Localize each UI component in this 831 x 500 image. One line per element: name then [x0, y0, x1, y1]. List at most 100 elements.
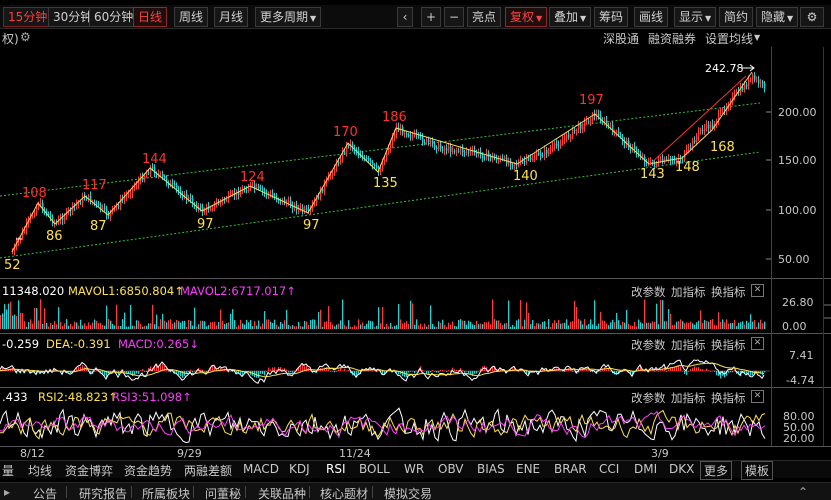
tab-dmi[interactable]: DMI — [634, 462, 657, 476]
volume-bar — [376, 325, 378, 329]
zoom-in-icon[interactable]: + — [421, 7, 441, 27]
change-params-button[interactable]: 改参数 — [631, 284, 666, 300]
candle-body — [272, 193, 274, 197]
hide-dropdown[interactable]: 隐藏 ▼ — [756, 7, 799, 27]
volume-bar — [290, 326, 292, 329]
switch-indicator-button[interactable]: 换指标 — [711, 390, 746, 406]
display-dropdown[interactable]: 显示 ▼ — [674, 7, 717, 27]
collapse-icon[interactable]: ▸ — [4, 485, 10, 499]
monthly-button[interactable]: 月线 — [214, 7, 249, 27]
volume-bar — [608, 325, 610, 329]
close-icon[interactable]: ✕ — [751, 390, 764, 403]
close-icon[interactable]: ✕ — [751, 337, 764, 350]
tab-more[interactable]: 更多 — [700, 461, 733, 480]
volume-bar — [342, 299, 344, 329]
more-periods-dropdown[interactable]: 更多周期 ▼ — [255, 7, 322, 27]
brief-button[interactable]: 简约 — [719, 7, 754, 27]
tab-kdj[interactable]: KDJ — [289, 462, 310, 476]
add-indicator-button[interactable]: 加指标 — [671, 284, 706, 300]
back-icon[interactable]: ‹ — [397, 7, 413, 27]
period-60m-button[interactable]: 60分钟 — [89, 7, 139, 27]
tab-fund-game[interactable]: 资金博弈 — [65, 462, 113, 479]
adjust-label: 复权 — [510, 10, 535, 24]
related-products-link[interactable]: 关联品种 — [258, 485, 306, 500]
switch-indicator-button[interactable]: 换指标 — [711, 337, 746, 353]
volume-bar — [26, 326, 28, 329]
candle-body — [486, 153, 488, 159]
volume-bar — [24, 321, 26, 329]
switch-indicator-button[interactable]: 换指标 — [711, 284, 746, 300]
tab-macd[interactable]: MACD — [243, 462, 279, 476]
period-15m-button[interactable]: 15分钟 — [3, 7, 53, 27]
margin-trading-link[interactable]: 融资融券 — [648, 30, 696, 47]
ask-secretary-link[interactable]: 问董秘 — [205, 485, 241, 500]
change-params-button[interactable]: 改参数 — [631, 337, 666, 353]
macd-bar — [588, 369, 590, 371]
tab-template[interactable]: 模板 — [741, 461, 774, 480]
tab-obv[interactable]: OBV — [438, 462, 464, 476]
candle-body — [762, 82, 764, 84]
tab-volume[interactable]: 量 — [2, 462, 14, 479]
daily-button[interactable]: 日线 — [133, 7, 168, 27]
chips-button[interactable]: 筹码 — [594, 7, 629, 27]
macd-bar — [644, 371, 646, 372]
volume-bar — [550, 326, 552, 329]
tab-wr[interactable]: WR — [404, 462, 424, 476]
candle-body — [752, 75, 754, 80]
tab-dkx[interactable]: DKX — [669, 462, 694, 476]
close-icon[interactable]: ✕ — [751, 284, 764, 297]
macd-bar — [592, 371, 594, 373]
overlay-dropdown[interactable]: 叠加 ▼ — [549, 7, 592, 27]
ma-settings-link[interactable]: 设置均线 — [705, 30, 753, 47]
add-indicator-button[interactable]: 加指标 — [671, 337, 706, 353]
volume-bar — [82, 325, 84, 329]
candle-body — [406, 133, 408, 136]
tab-cci[interactable]: CCI — [599, 462, 619, 476]
tab-rsi[interactable]: RSI — [326, 462, 346, 476]
shenzhen-connect-link[interactable]: 深股通 — [603, 30, 639, 47]
core-theme-link[interactable]: 核心题材 — [320, 485, 368, 500]
volume-bar — [276, 324, 278, 329]
volume-tick-label: 0.00 — [782, 320, 807, 333]
tab-bias[interactable]: BIAS — [477, 462, 505, 476]
add-indicator-button[interactable]: 加指标 — [671, 390, 706, 406]
chevron-up-icon[interactable]: ⌃ — [798, 485, 808, 499]
volume-bar — [388, 326, 390, 329]
candle-body — [584, 121, 586, 127]
settings-icon[interactable]: ⚙ — [800, 7, 824, 27]
tab-fund-trend[interactable]: 资金趋势 — [124, 462, 172, 479]
spot-button[interactable]: 亮点 — [467, 7, 502, 27]
sector-link[interactable]: 所属板块 — [142, 485, 190, 500]
announcement-link[interactable]: 公告 — [33, 485, 57, 500]
adjust-dropdown[interactable]: 复权 ▼ — [505, 7, 548, 27]
candle-body — [504, 157, 506, 159]
weekly-button[interactable]: 周线 — [174, 7, 209, 27]
zoom-out-icon[interactable]: − — [444, 7, 464, 27]
candle-body — [618, 131, 620, 135]
research-report-link[interactable]: 研究报告 — [79, 485, 127, 500]
volume-bar — [96, 320, 98, 329]
bottom-status-bar: ▸ 公告 研究报告 所属板块 问董秘 关联品种 核心题材 模拟交易 ⌃ — [0, 482, 831, 500]
candle-body — [554, 143, 556, 147]
volume-bar — [350, 326, 352, 329]
chevron-down-icon[interactable]: ▼ — [754, 33, 760, 42]
macd-bar — [368, 370, 370, 372]
volume-bar — [120, 326, 122, 329]
volume-bar — [636, 326, 638, 329]
sim-trading-link[interactable]: 模拟交易 — [384, 485, 432, 500]
macd-bar — [230, 370, 232, 372]
volume-bar — [488, 321, 490, 329]
volume-bar — [386, 323, 388, 329]
gear-icon[interactable]: ⚙ — [20, 30, 31, 44]
volume-bar — [44, 308, 46, 329]
tab-boll[interactable]: BOLL — [359, 462, 390, 476]
rsi1-value: .433 — [2, 390, 28, 404]
tab-margin-diff[interactable]: 两融差额 — [184, 462, 232, 479]
change-params-button[interactable]: 改参数 — [631, 390, 666, 406]
tab-brar[interactable]: BRAR — [554, 462, 587, 476]
dea-value: DEA:-0.391 — [46, 337, 111, 351]
tab-ma[interactable]: 均线 — [28, 462, 52, 479]
tab-ene[interactable]: ENE — [516, 462, 540, 476]
draw-button[interactable]: 画线 — [634, 7, 669, 27]
volume-bar — [586, 325, 588, 329]
